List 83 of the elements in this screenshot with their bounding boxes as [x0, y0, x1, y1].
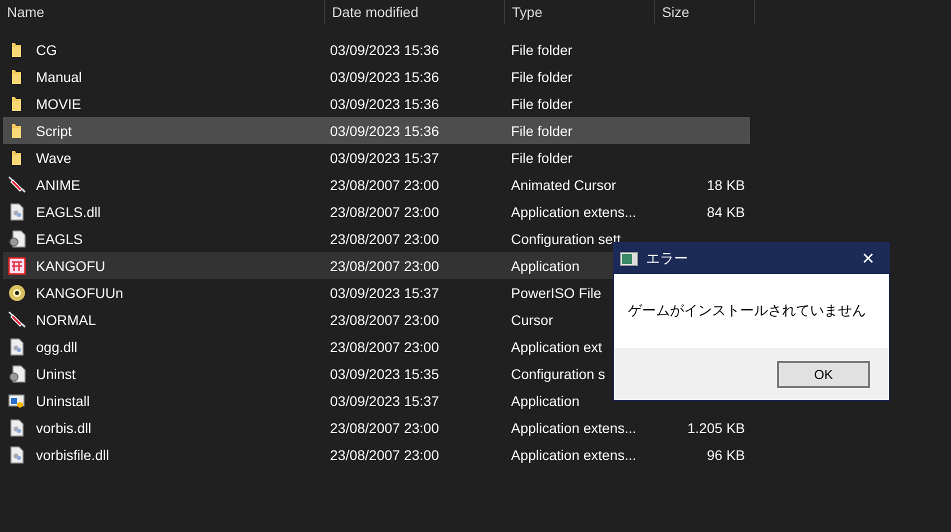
ok-button[interactable]: OK [777, 360, 870, 388]
date-modified: 03/09/2023 15:37 [329, 150, 439, 166]
close-button[interactable]: ✕ [853, 248, 883, 270]
app-icon [8, 256, 26, 274]
file-row[interactable]: vorbis.dll 23/08/2007 23:00 Application extens... 1.205 KB [3, 414, 750, 441]
file-name: vorbis.dll [36, 420, 92, 436]
date-modified: 03/09/2023 15:36 [329, 68, 439, 84]
column-header[interactable]: Type [505, 0, 655, 24]
dialog-title: エラー [646, 250, 688, 268]
file-name: EAGLS [36, 230, 83, 246]
date-modified: 23/08/2007 23:00 [329, 204, 439, 220]
date-modified: 23/08/2007 23:00 [329, 420, 439, 436]
installer-icon [8, 392, 26, 410]
file-row[interactable]: vorbisfile.dll 23/08/2007 23:00 Application extens... 96 KB [3, 441, 750, 468]
file-type: File folder [510, 42, 572, 58]
date-modified: 23/08/2007 23:00 [329, 230, 439, 246]
file-name: EAGLS.dll [36, 204, 101, 220]
file-size: 18 KB [706, 176, 745, 192]
file-row[interactable]: Script 03/09/2023 15:36 File folder [3, 117, 750, 144]
date-modified: 03/09/2023 15:37 [329, 284, 439, 300]
gear-document-icon [8, 230, 26, 248]
file-name: CG [36, 42, 57, 58]
file-type: Application extens... [510, 204, 636, 220]
date-modified: 23/08/2007 23:00 [329, 258, 439, 274]
date-modified: 03/09/2023 15:37 [329, 392, 439, 408]
file-type: PowerISO File [510, 284, 602, 300]
file-type: Configuration s [510, 366, 606, 382]
file-type: Application [510, 258, 580, 274]
column-header[interactable]: Date modified [325, 0, 505, 24]
file-type: Application extens... [510, 420, 636, 436]
file-type: File folder [510, 96, 572, 112]
document-gear-icon [8, 418, 26, 436]
file-name: vorbisfile.dll [36, 446, 110, 462]
file-name: KANGOFUUn [36, 284, 124, 300]
file-type: File folder [510, 68, 572, 84]
date-modified: 23/08/2007 23:00 [329, 446, 439, 462]
error-message: ゲームがインストールされていません [628, 302, 866, 320]
date-modified: 03/09/2023 15:36 [329, 42, 439, 58]
gear-document-icon [8, 364, 26, 382]
file-name: Wave [36, 150, 72, 166]
date-modified: 03/09/2023 15:35 [329, 366, 439, 382]
syringe-icon [8, 310, 26, 328]
file-name: Script [36, 122, 72, 138]
disc-icon [8, 284, 26, 302]
column-header[interactable]: Size [655, 0, 755, 24]
document-gear-icon [8, 338, 26, 356]
column-header[interactable]: Name [0, 0, 325, 24]
file-name: Uninst [36, 366, 76, 382]
file-row[interactable]: Uninst 03/09/2023 15:35 Configuration s [3, 360, 750, 387]
file-name: ANIME [36, 176, 80, 192]
file-name: KANGOFU [36, 258, 106, 274]
file-row[interactable]: ogg.dll 23/08/2007 23:00 Application ext [3, 333, 750, 360]
file-name: NORMAL [36, 312, 96, 328]
window-icon [620, 252, 638, 266]
date-modified: 23/08/2007 23:00 [329, 176, 439, 192]
file-row[interactable]: Wave 03/09/2023 15:37 File folder [3, 144, 750, 171]
file-row[interactable]: Uninstall 03/09/2023 15:37 Application [3, 387, 750, 414]
file-row[interactable]: Manual 03/09/2023 15:36 File folder [3, 63, 750, 90]
file-name: ogg.dll [36, 338, 78, 354]
file-type: File folder [510, 122, 572, 138]
file-size: 1.205 KB [687, 420, 745, 436]
file-size: 96 KB [706, 446, 745, 462]
file-type: File folder [510, 150, 572, 166]
file-type: Animated Cursor [510, 176, 616, 192]
file-name: MOVIE [36, 96, 82, 112]
date-modified: 23/08/2007 23:00 [329, 338, 439, 354]
date-modified: 23/08/2007 23:00 [329, 312, 439, 328]
document-gear-icon [8, 446, 26, 464]
file-name: Manual [36, 68, 82, 84]
file-type: Application [510, 392, 580, 408]
file-type: Application ext [510, 338, 602, 354]
date-modified: 03/09/2023 15:36 [329, 122, 439, 138]
file-row[interactable]: MOVIE 03/09/2023 15:36 File folder [3, 90, 750, 117]
file-type: Cursor [510, 312, 554, 328]
file-row[interactable]: EAGLS.dll 23/08/2007 23:00 Application extens... 84 KB [3, 198, 750, 225]
syringe-icon [8, 176, 26, 194]
document-gear-icon [8, 202, 26, 220]
date-modified: 03/09/2023 15:36 [329, 96, 439, 112]
file-row[interactable]: CG 03/09/2023 15:36 File folder [3, 36, 750, 63]
file-type: Application extens... [510, 446, 636, 462]
file-name: Uninstall [36, 392, 90, 408]
file-size: 84 KB [706, 204, 745, 220]
file-row[interactable]: ANIME 23/08/2007 23:00 Animated Cursor 18 KB [3, 171, 750, 198]
